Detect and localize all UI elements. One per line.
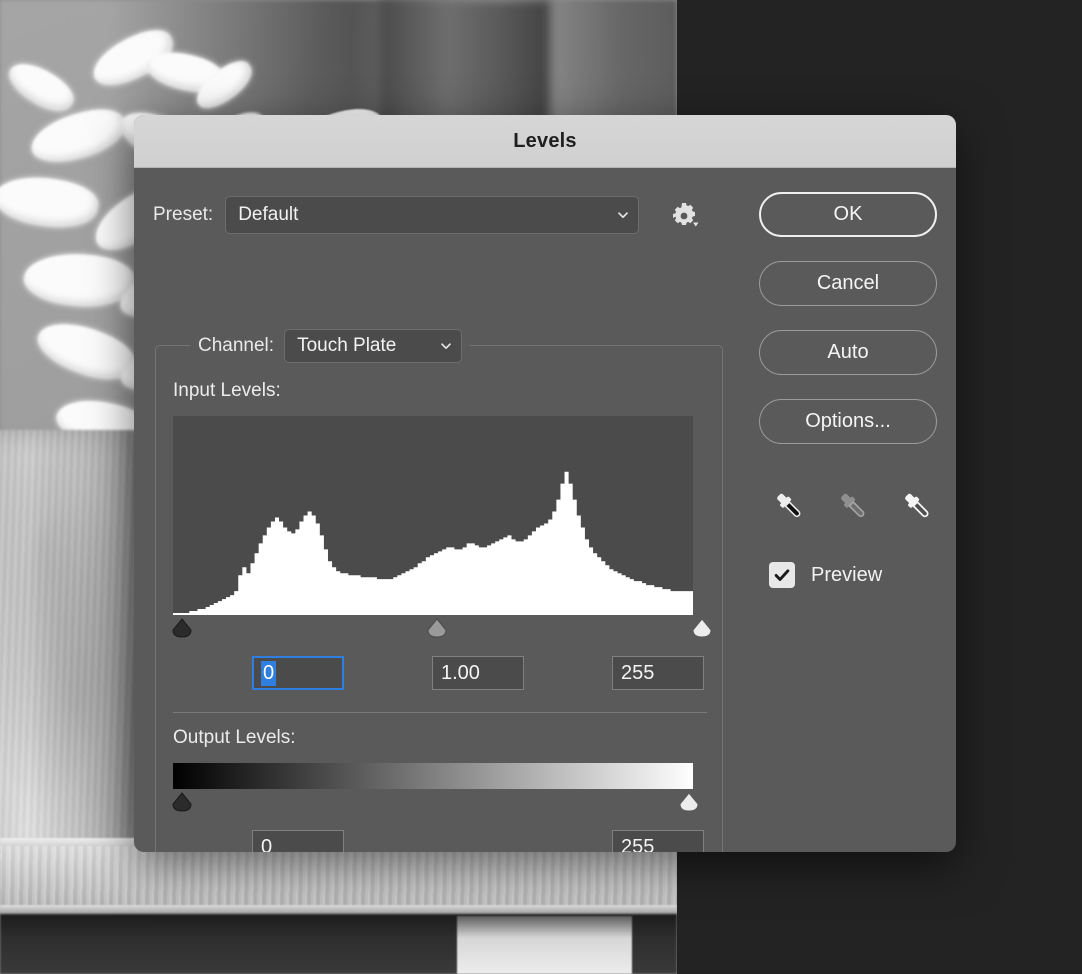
chevron-down-icon	[440, 340, 451, 351]
ok-button[interactable]: OK	[759, 192, 937, 237]
input-slider-track[interactable]	[171, 618, 712, 640]
channel-row: Channel: Touch Plate	[190, 329, 471, 363]
output-levels-label: Output Levels:	[173, 727, 296, 748]
output-white-value: 255	[621, 835, 655, 853]
output-levels-fields: 0 255	[173, 830, 707, 852]
preset-row: Preset: Default	[153, 196, 699, 234]
histogram-plot	[173, 416, 693, 615]
preset-value: Default	[238, 204, 299, 225]
output-black-value: 0	[261, 835, 273, 853]
section-divider	[173, 712, 707, 713]
dialog-title: Levels	[513, 129, 577, 152]
dialog-titlebar[interactable]: Levels	[134, 115, 956, 168]
cancel-button[interactable]: Cancel	[759, 261, 937, 306]
channel-group: Channel: Touch Plate Input Levels: 0 1.0…	[155, 329, 723, 852]
channel-label: Channel:	[198, 335, 275, 356]
set-white-point-eyedropper[interactable]	[899, 488, 937, 526]
auto-button[interactable]: Auto	[759, 330, 937, 375]
input-white-point-slider[interactable]	[691, 618, 713, 638]
preset-select[interactable]: Default	[225, 196, 640, 234]
dialog-body: Preset: Default Channel: Touch Plate Inp…	[134, 168, 956, 852]
preview-checkbox[interactable]	[769, 562, 795, 588]
input-white-point-field[interactable]: 255	[612, 656, 704, 690]
input-gamma-field[interactable]: 1.00	[432, 656, 524, 690]
photo-under-object	[457, 916, 632, 974]
input-histogram[interactable]	[173, 416, 693, 615]
output-slider-track[interactable]	[171, 792, 699, 814]
chevron-down-icon	[617, 209, 629, 220]
input-black-point-value: 0	[261, 660, 277, 686]
input-gamma-value: 1.00	[441, 661, 480, 684]
output-white-slider[interactable]	[678, 792, 700, 812]
photo-wood-grain	[0, 846, 677, 912]
checkmark-icon	[774, 569, 790, 581]
input-white-point-value: 255	[621, 661, 655, 684]
eyedropper-group	[771, 488, 939, 526]
dialog-actions: OK Cancel Auto Options... Preview	[759, 192, 939, 588]
levels-dialog[interactable]: Levels Preset: Default Channel: Touch Pl…	[134, 115, 956, 852]
set-gray-point-eyedropper[interactable]	[835, 488, 873, 526]
photo-vase-texture	[0, 430, 145, 860]
preview-label: Preview	[811, 563, 883, 586]
output-black-slider[interactable]	[171, 792, 193, 812]
input-levels-label: Input Levels:	[173, 380, 281, 401]
output-black-field[interactable]: 0	[252, 830, 344, 852]
input-levels-fields: 0 1.00 255	[173, 656, 707, 690]
options-button[interactable]: Options...	[759, 399, 937, 444]
preview-row[interactable]: Preview	[769, 562, 939, 588]
gear-icon[interactable]	[671, 201, 699, 229]
set-black-point-eyedropper[interactable]	[771, 488, 809, 526]
input-black-point-field[interactable]: 0	[252, 656, 344, 690]
input-black-point-slider[interactable]	[171, 618, 193, 638]
channel-value: Touch Plate	[297, 335, 397, 356]
channel-select[interactable]: Touch Plate	[284, 329, 463, 363]
output-white-field[interactable]: 255	[612, 830, 704, 852]
input-gamma-slider[interactable]	[426, 618, 448, 638]
output-gradient-ramp[interactable]	[173, 763, 693, 789]
preset-label: Preset:	[153, 204, 214, 225]
levels-content: Input Levels: 0 1.00 255 Output Levels: …	[171, 380, 712, 852]
